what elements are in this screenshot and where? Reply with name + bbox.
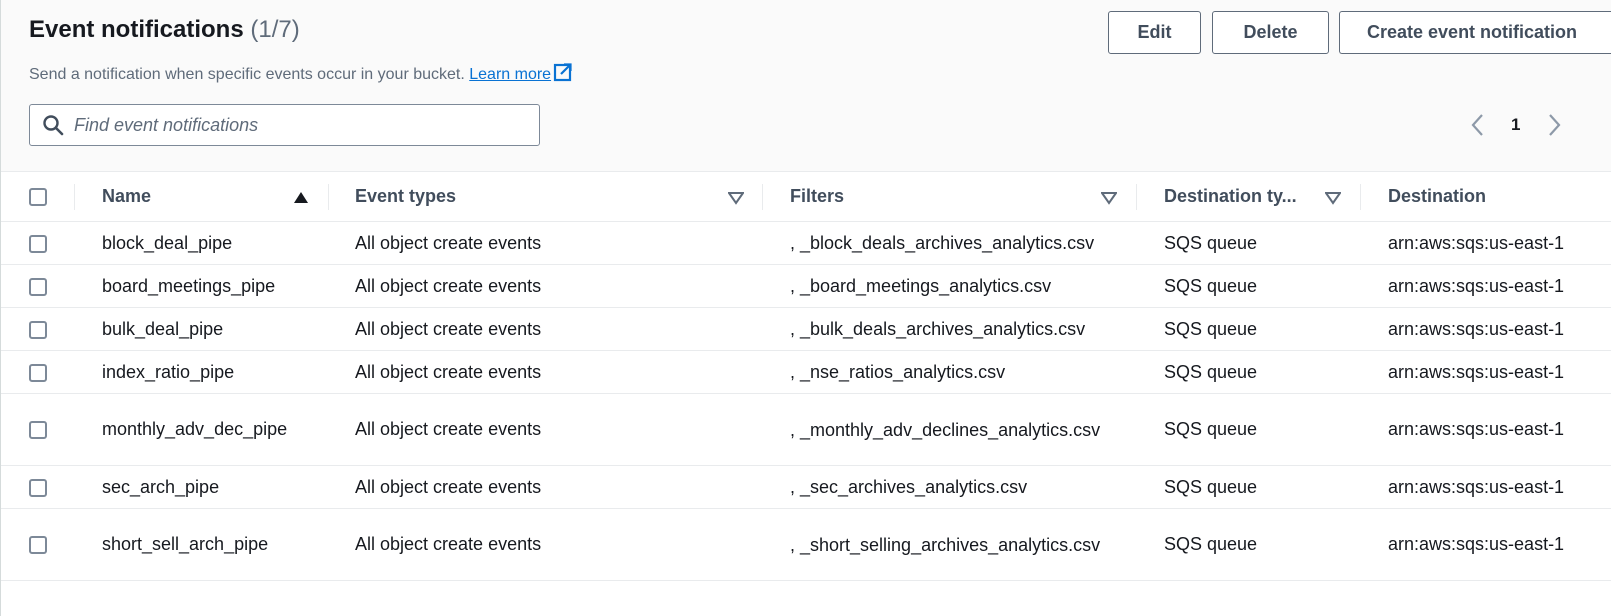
table-row[interactable]: index_ratio_pipe All object create event…	[1, 350, 1611, 394]
row-filters: , _nse_ratios_analytics.csv	[790, 361, 1006, 382]
sort-ascending-icon[interactable]	[293, 189, 309, 210]
column-label-destination: Destination	[1388, 186, 1487, 206]
row-name: bulk_deal_pipe	[102, 318, 224, 339]
row-filters: , _short_selling_archives_analytics.csv	[790, 534, 1101, 555]
event-notifications-panel: Event notifications (1/7) Send a notific…	[0, 0, 1611, 616]
column-header-name[interactable]: Name	[74, 172, 328, 222]
panel-header: Event notifications (1/7) Send a notific…	[1, 0, 1611, 172]
row-checkbox[interactable]	[29, 421, 47, 440]
search-icon	[42, 114, 64, 136]
create-event-notification-button[interactable]: Create event notification	[1339, 11, 1611, 54]
learn-more-label: Learn more	[469, 66, 552, 83]
row-destination-type: SQS queue	[1164, 232, 1258, 253]
row-checkbox[interactable]	[29, 478, 47, 497]
table-row[interactable]: sec_arch_pipe All object create events ,…	[1, 465, 1611, 509]
row-checkbox[interactable]	[29, 320, 47, 339]
chevron-left-icon[interactable]	[1469, 112, 1487, 143]
column-header-filters[interactable]: Filters	[762, 172, 1136, 222]
row-destination: arn:aws:sqs:us-east-1	[1388, 361, 1565, 382]
column-divider	[762, 184, 763, 210]
row-destination: arn:aws:sqs:us-east-1	[1388, 275, 1565, 296]
row-destination-type: SQS queue	[1164, 275, 1258, 296]
row-event-types: All object create events	[355, 275, 542, 296]
page-number[interactable]: 1	[1511, 115, 1520, 135]
panel-description: Send a notification when specific events…	[29, 62, 573, 87]
row-event-types: All object create events	[355, 232, 542, 253]
table-row[interactable]: monthly_adv_dec_pipe All object create e…	[1, 393, 1611, 466]
sort-icon[interactable]	[1100, 189, 1118, 210]
row-name: monthly_adv_dec_pipe	[102, 419, 288, 439]
row-name: index_ratio_pipe	[102, 361, 235, 382]
sort-icon[interactable]	[727, 189, 745, 210]
row-filters: , _bulk_deals_archives_analytics.csv	[790, 318, 1086, 339]
row-destination: arn:aws:sqs:us-east-1	[1388, 232, 1565, 253]
select-all-checkbox[interactable]	[29, 188, 47, 207]
column-divider	[328, 184, 329, 210]
row-filters: , _monthly_adv_declines_analytics.csv	[790, 419, 1101, 440]
table-row[interactable]: board_meetings_pipe All object create ev…	[1, 264, 1611, 308]
row-name: board_meetings_pipe	[102, 275, 276, 296]
page-title: Event notifications (1/7)	[29, 16, 300, 44]
row-destination: arn:aws:sqs:us-east-1	[1388, 419, 1565, 439]
row-destination: arn:aws:sqs:us-east-1	[1388, 318, 1565, 339]
row-event-types: All object create events	[355, 534, 542, 554]
row-destination: arn:aws:sqs:us-east-1	[1388, 476, 1565, 497]
row-filters: , _sec_archives_analytics.csv	[790, 476, 1028, 497]
row-destination-type: SQS queue	[1164, 419, 1258, 439]
description-text: Send a notification when specific events…	[29, 66, 465, 83]
column-divider	[1360, 184, 1361, 210]
table-row[interactable]: block_deal_pipe All object create events…	[1, 221, 1611, 265]
row-event-types: All object create events	[355, 476, 542, 497]
delete-button[interactable]: Delete	[1212, 11, 1329, 54]
column-label-event-types: Event types	[355, 186, 457, 206]
column-header-event-types[interactable]: Event types	[328, 172, 762, 222]
row-destination: arn:aws:sqs:us-east-1	[1388, 534, 1565, 554]
column-header-destination-type[interactable]: Destination ty...	[1136, 172, 1360, 222]
row-name: block_deal_pipe	[102, 232, 233, 253]
notifications-table: Name Event types Filters Destination ty.…	[1, 172, 1611, 581]
search-box[interactable]	[29, 104, 540, 146]
chevron-right-icon[interactable]	[1545, 112, 1563, 143]
column-label-destination-type: Destination ty...	[1164, 186, 1297, 206]
table-header-row: Name Event types Filters Destination ty.…	[1, 172, 1611, 222]
row-destination-type: SQS queue	[1164, 361, 1258, 382]
table-row[interactable]: short_sell_arch_pipe All object create e…	[1, 508, 1611, 581]
row-destination-type: SQS queue	[1164, 534, 1258, 554]
row-name: short_sell_arch_pipe	[102, 534, 269, 554]
row-filters: , _block_deals_archives_analytics.csv	[790, 232, 1095, 253]
edit-button[interactable]: Edit	[1108, 11, 1201, 54]
row-event-types: All object create events	[355, 318, 542, 339]
column-divider	[1136, 184, 1137, 210]
column-label-name: Name	[102, 186, 152, 206]
row-event-types: All object create events	[355, 419, 542, 439]
row-checkbox[interactable]	[29, 234, 47, 253]
selection-count: (1/7)	[250, 16, 300, 43]
learn-more-link[interactable]: Learn more	[469, 66, 551, 83]
external-link-icon[interactable]	[553, 62, 573, 87]
row-destination-type: SQS queue	[1164, 318, 1258, 339]
row-filters: , _board_meetings_analytics.csv	[790, 275, 1052, 296]
column-divider	[74, 184, 75, 210]
row-name: sec_arch_pipe	[102, 476, 220, 497]
sort-icon[interactable]	[1324, 189, 1342, 210]
row-checkbox[interactable]	[29, 363, 47, 382]
table-row[interactable]: bulk_deal_pipe All object create events …	[1, 307, 1611, 351]
select-all-header	[1, 172, 74, 222]
row-event-types: All object create events	[355, 361, 542, 382]
title-text: Event notifications	[29, 16, 244, 43]
column-header-destination[interactable]: Destination	[1360, 172, 1611, 222]
row-destination-type: SQS queue	[1164, 476, 1258, 497]
row-checkbox[interactable]	[29, 536, 47, 555]
row-checkbox[interactable]	[29, 277, 47, 296]
search-input[interactable]	[74, 114, 539, 136]
column-label-filters: Filters	[790, 186, 845, 206]
